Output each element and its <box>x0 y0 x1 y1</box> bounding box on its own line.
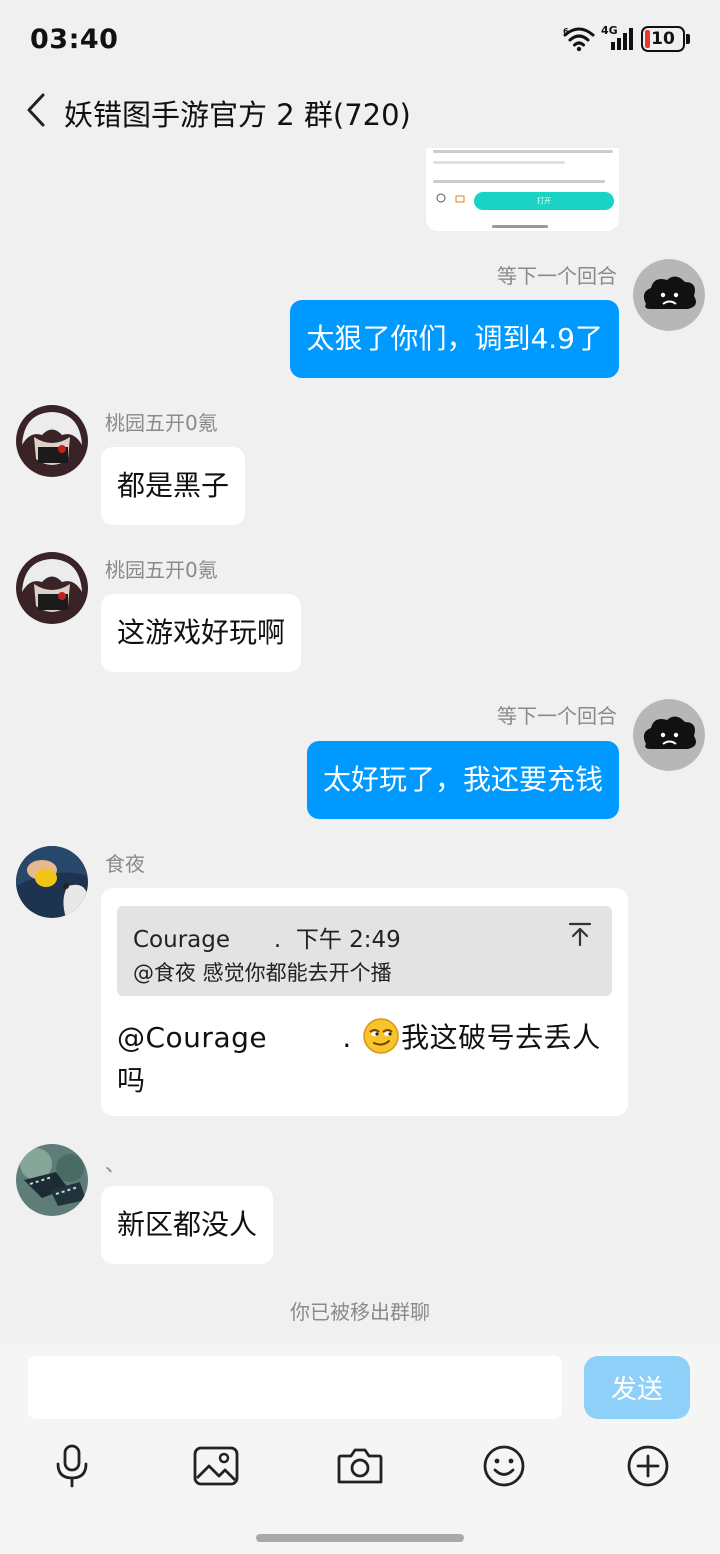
reply-text: @Courage . 我这破号去丢人 吗 <box>117 1016 615 1102</box>
status-icons: 6 4G 10 <box>563 24 690 52</box>
reply-text-line2: 吗 <box>117 1064 146 1097</box>
image-button[interactable] <box>192 1442 240 1490</box>
back-button[interactable] <box>18 90 54 130</box>
sender-name: 、 <box>105 1152 125 1176</box>
emoji-icon <box>483 1445 525 1487</box>
avatar-user[interactable] <box>16 552 88 624</box>
reply-text-line1: 我这破号去丢人 <box>401 1021 601 1054</box>
avatar-self[interactable] <box>633 699 705 771</box>
sender-name: 等下一个回合 <box>497 264 617 288</box>
sender-name: 桃园五开0氪 <box>105 411 218 435</box>
battery-level: 10 <box>651 29 675 49</box>
message-bubble-incoming[interactable]: 都是黑子 <box>101 447 246 525</box>
quote-text: @食夜 感觉你都能去开个播 <box>133 961 392 985</box>
shared-card-preview[interactable]: 打开 <box>426 148 619 231</box>
chat-title: 妖错图手游官方 2 群(720) <box>64 98 411 132</box>
mention-suffix: . <box>342 1021 352 1054</box>
message-bubble-outgoing[interactable]: 太狠了你们，调到4.9了 <box>290 300 619 378</box>
camera-button[interactable] <box>336 1442 384 1490</box>
smirk-emoji-icon <box>363 1018 399 1054</box>
cellular-signal-icon: 4G <box>601 24 635 52</box>
sender-name: 等下一个回合 <box>497 704 617 728</box>
quote-header: Courage . 下午 2:49 <box>133 920 401 954</box>
message-input[interactable] <box>28 1356 562 1419</box>
quote-author: Courage <box>133 927 231 953</box>
quote-time: 下午 2:49 <box>295 927 401 953</box>
plus-button[interactable] <box>624 1442 672 1490</box>
avatar-user[interactable] <box>16 405 88 477</box>
status-bar: 03:40 6 4G 10 <box>0 0 720 84</box>
battery-icon: 10 <box>641 26 690 52</box>
sender-name: 桃园五开0氪 <box>105 558 218 582</box>
system-message: 你已被移出群聊 <box>290 1300 430 1324</box>
sender-name: 食夜 <box>105 852 145 876</box>
send-button[interactable]: 发送 <box>584 1356 690 1419</box>
message-bubble-incoming[interactable]: 这游戏好玩啊 <box>101 594 302 672</box>
message-bubble-outgoing[interactable]: 太好玩了，我还要充钱 <box>306 741 619 819</box>
mention[interactable]: @Courage <box>117 1021 267 1054</box>
emoji-button[interactable] <box>480 1442 528 1490</box>
chevron-left-icon <box>27 93 45 127</box>
avatar-user[interactable] <box>16 846 88 918</box>
home-indicator[interactable] <box>256 1534 464 1542</box>
camera-icon <box>337 1448 383 1484</box>
svg-text:6: 6 <box>563 27 569 36</box>
wifi-icon: 6 <box>563 27 595 52</box>
status-time: 03:40 <box>30 24 119 55</box>
input-area: 发送 <box>0 1344 720 1554</box>
avatar-self[interactable] <box>633 259 705 331</box>
quote-author-suffix: . <box>273 927 282 953</box>
comment-icon <box>436 193 446 203</box>
card-open-button[interactable]: 打开 <box>474 192 614 210</box>
plus-icon <box>627 1445 669 1487</box>
gift-icon <box>455 195 465 203</box>
message-bubble-reply[interactable]: Courage . 下午 2:49 @食夜 感觉你都能去开个播 @Courage… <box>101 888 628 1116</box>
microphone-icon <box>56 1444 88 1488</box>
quoted-message[interactable]: Courage . 下午 2:49 @食夜 感觉你都能去开个播 <box>117 906 612 996</box>
jump-to-quote-icon[interactable] <box>566 920 594 948</box>
message-bubble-incoming[interactable]: 新区都没人 <box>101 1186 274 1264</box>
title-bar: 妖错图手游官方 2 群(720) <box>0 84 720 138</box>
avatar-user[interactable] <box>16 1144 88 1216</box>
microphone-button[interactable] <box>48 1442 96 1490</box>
image-icon <box>193 1446 239 1486</box>
